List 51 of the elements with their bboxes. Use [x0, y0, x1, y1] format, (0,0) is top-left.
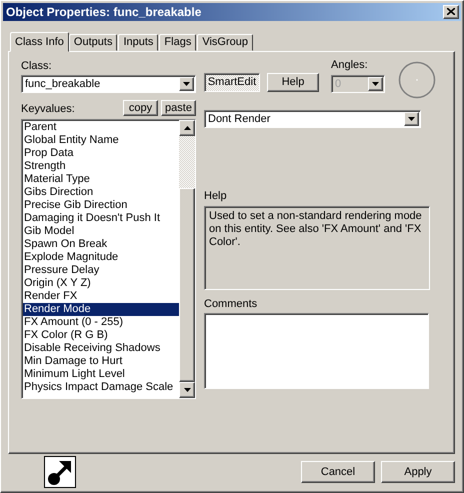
close-button[interactable] — [443, 4, 459, 19]
list-item[interactable]: Render Mode — [23, 302, 179, 316]
tab[interactable]: VisGroup — [197, 34, 253, 51]
window-title: Object Properties: func_breakable — [6, 4, 202, 19]
tab[interactable]: Outputs — [68, 34, 118, 51]
list-item[interactable]: Disable Receiving Shadows — [23, 342, 179, 355]
dropdown-arrow-icon — [408, 116, 415, 121]
list-item[interactable]: Explode Magnitude — [23, 250, 179, 264]
dropdown-arrow-icon — [372, 82, 379, 86]
list-item[interactable]: Minimum Light Level — [23, 368, 179, 381]
list-item[interactable]: Precise Gib Direction — [23, 198, 179, 212]
list-item[interactable]: FX Color (R G B) — [23, 328, 179, 342]
comments-field[interactable] — [204, 312, 429, 389]
tab[interactable]: Class Info — [10, 32, 69, 52]
list-item[interactable]: Global Entity Name — [23, 134, 179, 147]
tab[interactable]: Inputs — [118, 34, 158, 51]
list-item[interactable]: Render FX — [23, 290, 179, 303]
keyvalues-label: Keyvalues: — [21, 102, 75, 116]
comments-label: Comments — [204, 298, 258, 311]
smartedit-button[interactable]: SmartEdit — [204, 72, 260, 92]
angle-dial-icon[interactable] — [398, 60, 436, 99]
list-item[interactable]: Spawn On Break — [23, 238, 179, 251]
dropdown-arrow-icon — [183, 82, 190, 86]
close-icon — [447, 8, 455, 16]
list-item[interactable]: Prop Data — [23, 146, 179, 160]
list-item[interactable]: Gib Model — [23, 224, 179, 238]
list-item[interactable]: Material Type — [23, 172, 179, 186]
list-item[interactable]: FX Amount (0 - 255) — [23, 316, 179, 329]
list-item[interactable]: Physics Impact Damage Scale — [23, 380, 179, 394]
angles-label: Angles: — [331, 58, 369, 72]
class-label: Class: — [21, 60, 53, 73]
list-item[interactable]: Strength — [23, 160, 179, 173]
paste-button[interactable]: paste — [161, 100, 196, 116]
class-dropdown[interactable]: func_breakable — [21, 74, 196, 93]
list-item[interactable]: Gibs Direction — [23, 186, 179, 199]
apply-button[interactable]: Apply — [381, 461, 455, 484]
list-item[interactable]: Origin (X Y Z) — [23, 276, 179, 290]
scrollbar[interactable] — [179, 120, 195, 398]
dropdown-arrow-icon — [184, 388, 190, 392]
help-label: Help — [204, 190, 228, 203]
copy-button[interactable]: copy — [123, 100, 158, 116]
list-item[interactable]: Damaging it Doesn't Push It — [23, 212, 179, 225]
list-item[interactable]: Min Damage to Hurt — [23, 354, 179, 368]
value-dropdown[interactable]: Dont Render — [204, 110, 421, 128]
cancel-button[interactable]: Cancel — [301, 461, 375, 484]
list-item[interactable]: Parent — [23, 120, 179, 134]
help-text: Used to set a non-standard rendering mode on this entity. See also 'FX Amount' and 'FX Color'. — [204, 206, 430, 290]
help-button[interactable]: Help — [267, 72, 319, 92]
list-item[interactable]: Pressure Delay — [23, 264, 179, 277]
scroll-up-icon — [184, 126, 190, 130]
tab[interactable]: Flags — [159, 34, 196, 51]
